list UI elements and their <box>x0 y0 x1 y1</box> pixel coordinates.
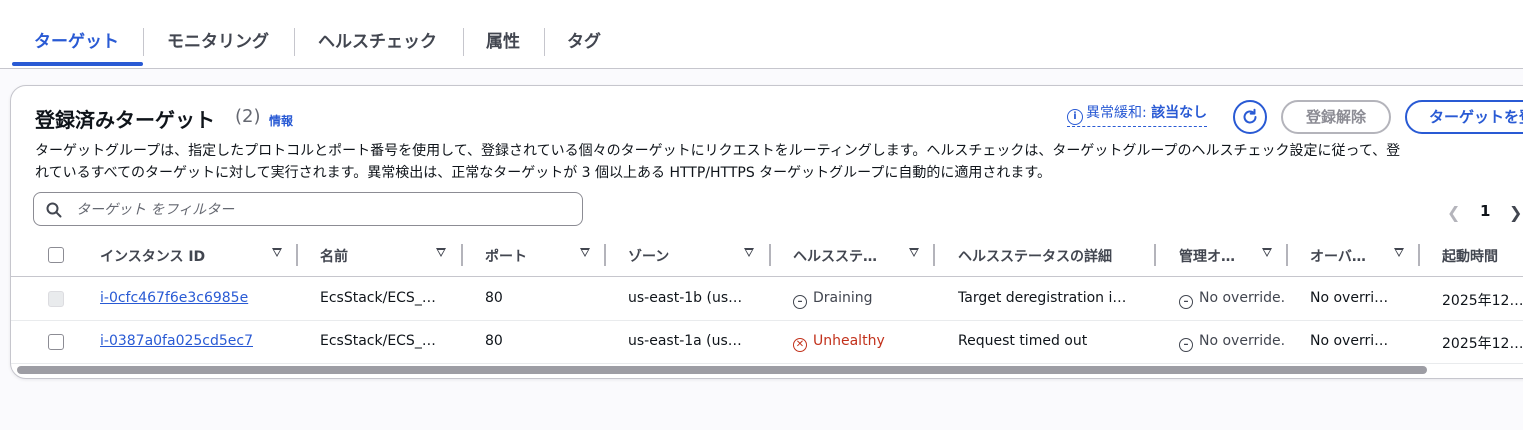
sort-icon[interactable] <box>909 248 919 257</box>
info-link[interactable]: 情報 <box>269 112 293 129</box>
filter-input[interactable] <box>74 199 568 221</box>
health-detail: Target deregistration i… <box>958 290 1127 306</box>
description-line: ターゲットグループは、指定したプロトコルとポート番号を使用して、登録されている個… <box>35 143 1401 159</box>
row-checkbox[interactable] <box>48 291 64 307</box>
panel-title: 登録済みターゲット <box>35 108 215 132</box>
anomaly-mitigation-link[interactable]: i 異常緩和: 該当なし <box>1067 102 1208 127</box>
tab-divider <box>143 28 144 56</box>
column-resizer[interactable] <box>604 244 606 266</box>
tab-attributes[interactable]: 属性 <box>486 26 520 58</box>
info-icon: i <box>1067 109 1083 125</box>
instance-id-link[interactable]: i-0cfc467f6e3c6985e <box>100 290 280 306</box>
health-detail: Request timed out <box>958 333 1088 349</box>
column-resizer[interactable] <box>1154 244 1156 266</box>
health-status-text: Draining <box>813 290 873 306</box>
admin-override-text: No override. <box>1199 290 1286 306</box>
column-header-health-status[interactable]: ヘルスステ… <box>793 246 877 266</box>
tab-divider <box>544 28 545 56</box>
launch-time: 2025年12… <box>1442 336 1523 352</box>
column-resizer[interactable] <box>461 244 463 266</box>
no-override-icon: – <box>1179 295 1193 309</box>
target-zone: us-east-1b (us… <box>628 290 743 306</box>
target-port: 80 <box>485 333 503 349</box>
admin-override-text: No override. <box>1199 333 1286 349</box>
anomaly-label: 異常緩和: <box>1086 105 1147 121</box>
anomaly-value: 該当なし <box>1151 105 1208 121</box>
column-resizer[interactable] <box>933 244 935 266</box>
target-zone: us-east-1a (us… <box>628 333 742 349</box>
column-resizer[interactable] <box>1286 244 1288 266</box>
tab-monitoring[interactable]: モニタリング <box>167 26 269 58</box>
sort-icon[interactable] <box>744 248 754 257</box>
tab-health-checks[interactable]: ヘルスチェック <box>318 26 437 58</box>
health-status: – Draining <box>793 290 873 309</box>
tab-tags[interactable]: タグ <box>567 26 601 58</box>
override-value: No overri… <box>1310 290 1389 306</box>
target-port: 80 <box>485 290 503 306</box>
column-header-launch-time[interactable]: 起動時間 <box>1442 246 1498 266</box>
column-header-port[interactable]: ポート <box>485 246 527 266</box>
sort-icon[interactable] <box>1394 248 1404 257</box>
target-filter <box>33 192 583 226</box>
table-header: インスタンス ID 名前 ポート ゾーン ヘルスステ… ヘルスステータスの詳細 … <box>11 234 1523 277</box>
column-header-name[interactable]: 名前 <box>320 246 348 266</box>
active-tab-indicator <box>12 62 143 66</box>
column-header-health-detail[interactable]: ヘルスステータスの詳細 <box>958 246 1112 266</box>
sort-icon[interactable] <box>580 248 590 257</box>
column-header-admin-override[interactable]: 管理オ… <box>1179 246 1235 266</box>
health-status: ✕ Unhealthy <box>793 333 885 352</box>
tab-bar: ターゲット モニタリング ヘルスチェック 属性 タグ <box>0 0 1523 69</box>
column-resizer[interactable] <box>1418 244 1420 266</box>
registered-targets-panel: 登録済みターゲット (2) 情報 i 異常緩和: 該当なし 登録解除 ターゲットを… <box>10 85 1523 379</box>
draining-icon: – <box>793 295 807 309</box>
description-line: れているすべてのターゲットに対して実行されます。異常検出は、正常なターゲットが … <box>35 165 1051 181</box>
table-row: i-0cfc467f6e3c6985e EcsStack/ECS_… 80 us… <box>11 277 1523 321</box>
target-count: (2) <box>235 106 261 127</box>
column-resizer[interactable] <box>296 244 298 266</box>
table-row: i-0387a0fa025cd5ec7 EcsStack/ECS_… 80 us… <box>11 320 1523 364</box>
pagination-prev-icon[interactable]: ❮ <box>1447 203 1460 222</box>
refresh-button[interactable] <box>1233 100 1267 134</box>
deregister-button[interactable]: 登録解除 <box>1281 100 1391 134</box>
column-header-override[interactable]: オーバ… <box>1310 246 1366 266</box>
horizontal-scrollbar[interactable] <box>17 366 1427 374</box>
no-override-icon: – <box>1179 338 1193 352</box>
column-header-instance-id[interactable]: インスタンス ID <box>100 246 205 266</box>
pagination-next-icon[interactable]: ❯ <box>1509 203 1522 222</box>
tab-divider <box>463 28 464 56</box>
admin-override: – No override. <box>1179 333 1285 352</box>
sort-icon[interactable] <box>1262 248 1272 257</box>
column-header-zone[interactable]: ゾーン <box>628 246 669 266</box>
pagination-current-page[interactable]: 1 <box>1480 202 1490 220</box>
register-targets-button[interactable]: ターゲットを登録 <box>1405 100 1523 134</box>
admin-override: – No override. <box>1179 290 1285 309</box>
health-status-text: Unhealthy <box>813 333 885 349</box>
sort-icon[interactable] <box>272 248 282 257</box>
refresh-icon <box>1243 108 1257 124</box>
tab-divider <box>294 28 295 56</box>
sort-icon[interactable] <box>436 248 446 257</box>
target-name: EcsStack/ECS_… <box>320 333 436 349</box>
target-name: EcsStack/ECS_… <box>320 290 436 306</box>
column-resizer[interactable] <box>769 244 771 266</box>
error-icon: ✕ <box>793 338 807 352</box>
row-checkbox[interactable] <box>48 334 64 350</box>
instance-id-link[interactable]: i-0387a0fa025cd5ec7 <box>100 333 280 349</box>
override-value: No overri… <box>1310 333 1389 349</box>
tab-targets[interactable]: ターゲット <box>34 26 119 58</box>
select-all-checkbox[interactable] <box>48 247 64 263</box>
search-icon <box>46 202 62 218</box>
launch-time: 2025年12… <box>1442 293 1523 309</box>
panel-description: ターゲットグループは、指定したプロトコルとポート番号を使用して、登録されている個… <box>35 140 1523 184</box>
